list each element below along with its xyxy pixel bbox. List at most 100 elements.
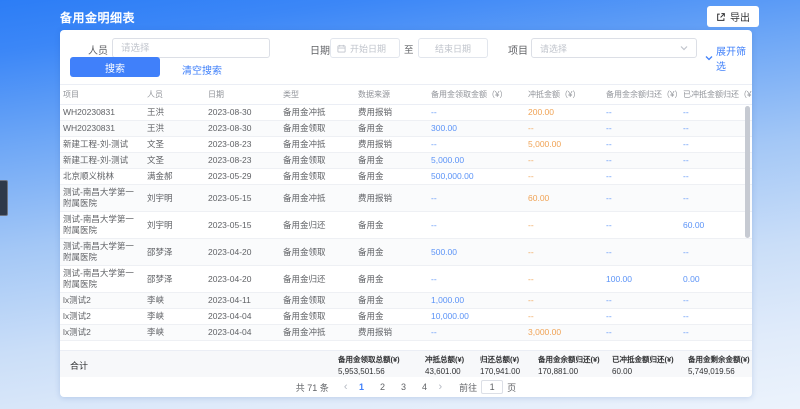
page-button[interactable]: 2 (375, 380, 389, 394)
total-item-value: 5,749,019.56 (688, 367, 750, 376)
cell-source: 费用报销 (355, 325, 428, 341)
person-filter-input[interactable] (112, 38, 270, 58)
cell-balance_returned: -- (603, 121, 680, 137)
cell-offset_returned: -- (680, 185, 752, 212)
total-item: 备用金剩余金额(¥) 5,749,019.56 (688, 354, 750, 376)
cell-offset: 5,000.00 (525, 137, 603, 153)
goto-page-input[interactable] (481, 380, 503, 394)
cell-received: 10,000.00 (428, 309, 525, 325)
cell-project: 新建工程-刘-测试 (60, 153, 144, 169)
cell-type: 备用金领取 (280, 153, 355, 169)
cell-received: -- (428, 212, 525, 239)
cell-date: 2023-08-23 (205, 137, 280, 153)
cell-project: 测试-南昌大学第一附属医院 (60, 266, 144, 293)
cell-type: 备用金冲抵 (280, 325, 355, 341)
cell-type: 备用金领取 (280, 293, 355, 309)
cell-source: 备用金 (355, 239, 428, 266)
column-header: 已冲抵金额归还（¥） (680, 85, 752, 105)
table-row: 测试-南昌大学第一附属医院邵梦泽2023-04-20备用金归还备用金----10… (60, 266, 752, 293)
cell-balance_returned: -- (603, 105, 680, 121)
total-item-label: 备用金余额归还(¥) (538, 354, 600, 365)
cell-balance_returned: -- (603, 185, 680, 212)
project-filter-label: 项目 (508, 42, 528, 57)
cell-offset_returned: 60.00 (680, 212, 752, 239)
total-item-label: 备用金剩余金额(¥) (688, 354, 750, 365)
cell-person: 李峡 (144, 325, 205, 341)
person-filter-label: 人员 (88, 42, 108, 57)
search-button[interactable]: 搜索 (70, 57, 160, 77)
cell-received: -- (428, 185, 525, 212)
cell-received: 500,000.00 (428, 169, 525, 185)
cell-date: 2023-04-20 (205, 239, 280, 266)
next-page-button[interactable]: › (436, 380, 444, 394)
table-row: WH20230831王洪2023-08-30备用金领取备用金300.00----… (60, 121, 752, 137)
cell-date: 2023-08-30 (205, 105, 280, 121)
total-item: 备用金余额归还(¥)170,881.00 (538, 354, 600, 376)
cell-type: 备用金领取 (280, 169, 355, 185)
total-item-label: 归还总额(¥) (480, 354, 520, 365)
cell-project: WH20230831 (60, 121, 144, 137)
cell-balance_returned: 100.00 (603, 266, 680, 293)
cell-balance_returned: -- (603, 212, 680, 239)
cell-received: 300.00 (428, 121, 525, 137)
cell-source: 费用报销 (355, 185, 428, 212)
table-row: 测试-南昌大学第一附属医院刘宇明2023-05-15备用金归还备用金------… (60, 212, 752, 239)
cell-source: 备用金 (355, 121, 428, 137)
cell-offset_returned: -- (680, 293, 752, 309)
total-item: 备用金领取总额(¥)5,953,501.56 (338, 354, 400, 376)
goto-suffix: 页 (507, 381, 516, 394)
cell-received: -- (428, 105, 525, 121)
cell-offset: 200.00 (525, 105, 603, 121)
date-start-input[interactable]: 开始日期 (330, 38, 400, 58)
cell-balance_returned: -- (603, 325, 680, 341)
cell-person: 王洪 (144, 121, 205, 137)
cell-person: 李峡 (144, 293, 205, 309)
table-row: WH20230831王洪2023-08-30备用金冲抵费用报销--200.00-… (60, 105, 752, 121)
export-button[interactable]: 导出 (707, 6, 759, 27)
total-item: 冲抵总额(¥)43,601.00 (425, 354, 464, 376)
cell-received: 500.00 (428, 239, 525, 266)
cell-offset: 3,000.00 (525, 325, 603, 341)
cell-balance_returned: -- (603, 137, 680, 153)
collapsed-sidebar-handle[interactable] (0, 180, 8, 216)
cell-offset: -- (525, 293, 603, 309)
cell-type: 备用金领取 (280, 121, 355, 137)
page-button[interactable]: 1 (354, 380, 368, 394)
cell-person: 刘宇明 (144, 212, 205, 239)
cell-offset: -- (525, 212, 603, 239)
project-placeholder: 请选择 (540, 42, 567, 55)
prev-page-button[interactable]: ‹ (342, 380, 350, 394)
project-filter-select[interactable]: 请选择 (531, 38, 697, 58)
page-button[interactable]: 4 (417, 380, 431, 394)
cell-date: 2023-04-20 (205, 266, 280, 293)
column-header: 日期 (205, 85, 280, 105)
cell-person: 文圣 (144, 153, 205, 169)
cell-source: 费用报销 (355, 137, 428, 153)
report-panel: 人员 日期 开始日期 至 结束日期 项目 请选择 展开筛选 搜索 清空搜索 (60, 30, 752, 397)
date-end-input[interactable]: 结束日期 (418, 38, 488, 58)
cell-offset_returned: 0.00 (680, 266, 752, 293)
clear-search-link[interactable]: 清空搜索 (182, 62, 222, 77)
table-row: lx测试2李峡2023-04-11备用金领取备用金1,000.00------ (60, 293, 752, 309)
column-header: 类型 (280, 85, 355, 105)
cell-received: 1,000.00 (428, 293, 525, 309)
cell-offset: -- (525, 153, 603, 169)
cell-date: 2023-05-15 (205, 185, 280, 212)
table-row: lx测试2李峡2023-04-04备用金冲抵费用报销--3,000.00---- (60, 325, 752, 341)
cell-balance_returned: -- (603, 169, 680, 185)
page-button[interactable]: 3 (396, 380, 410, 394)
cell-person: 李峡 (144, 309, 205, 325)
cell-date: 2023-05-15 (205, 212, 280, 239)
cell-offset: -- (525, 266, 603, 293)
cell-type: 备用金冲抵 (280, 185, 355, 212)
vertical-scrollbar[interactable] (745, 106, 750, 238)
column-header: 项目 (60, 85, 144, 105)
cell-person: 邵梦泽 (144, 266, 205, 293)
expand-filters-link[interactable]: 展开筛选 (705, 43, 752, 73)
column-header: 数据来源 (355, 85, 428, 105)
cell-offset: -- (525, 169, 603, 185)
table-body: WH20230831王洪2023-08-30备用金冲抵费用报销--200.00-… (60, 105, 752, 341)
cell-date: 2023-08-30 (205, 121, 280, 137)
cell-project: 测试-南昌大学第一附属医院 (60, 185, 144, 212)
cell-project: lx测试2 (60, 325, 144, 341)
